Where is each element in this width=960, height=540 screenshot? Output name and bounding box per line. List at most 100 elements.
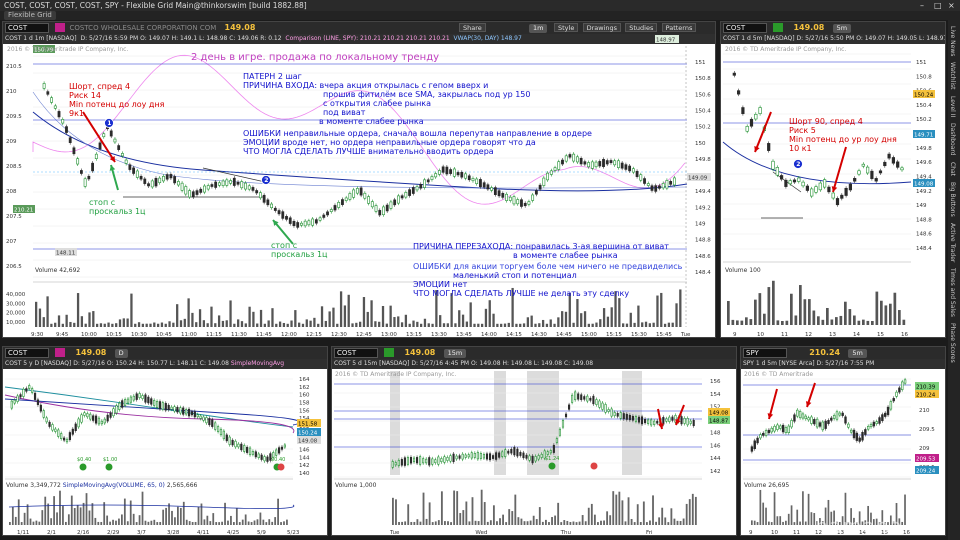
tr-volume-bar: [781, 320, 784, 325]
maximize-button[interactable]: □: [934, 0, 942, 11]
main-volume-bar: [587, 323, 590, 327]
tr-candle: [775, 167, 779, 176]
volume-tick: 10,000: [6, 320, 26, 326]
main-volume-bar: [61, 323, 64, 327]
main-volume-bar: [465, 321, 469, 327]
left-price-tick: 207: [6, 239, 17, 245]
bl-candle: [74, 423, 77, 431]
bm-candle: [589, 397, 592, 401]
time-tick: 12:00: [281, 332, 297, 338]
main-candle: [348, 193, 352, 200]
main-candle: [643, 178, 646, 184]
main-candle: [203, 185, 206, 193]
main-candle: [359, 187, 363, 196]
tr-chart-svg[interactable]: 2151150.8150.6150.4150.2150149.8149.6149…: [721, 22, 946, 338]
main-volume-bar: [557, 317, 560, 327]
bl-volume-bar: [147, 521, 150, 525]
main-volume-bar: [130, 293, 133, 327]
bl-time-tick: 4/11: [197, 530, 209, 536]
close-button[interactable]: ×: [948, 0, 955, 11]
bm-candle: [458, 455, 461, 459]
main-candle: [404, 192, 408, 198]
tr-volume-bar: [808, 299, 811, 325]
bm-volume-bar: [474, 520, 477, 525]
main-volume-bar: [309, 320, 312, 327]
sidebar-tab-live-news[interactable]: Live News: [949, 26, 956, 56]
main-volume-bar: [225, 320, 228, 327]
bl-volume-bar: [182, 501, 185, 525]
left-lo-label: 148.11: [56, 251, 75, 257]
main-volume-bar: [606, 316, 610, 327]
sidebar-tab-level-ii[interactable]: Level II: [949, 96, 956, 117]
sidebar-tab-active-trader[interactable]: Active Trader: [949, 223, 956, 262]
main-chart-panel: COST COSTCO WHOLESALE CORPORATION COM 14…: [2, 21, 716, 338]
br-candle: [884, 412, 887, 417]
bm-candle: [406, 457, 409, 465]
bm-candle: [513, 447, 516, 456]
bm-event-icon: [590, 462, 598, 470]
tr-short-arrow-2: [832, 146, 847, 193]
bl-volume-bar: [135, 522, 138, 525]
main-candle: [255, 190, 259, 194]
main-volume-bar: [427, 323, 430, 327]
main-volume-bar: [84, 323, 87, 327]
bl-candle: [33, 392, 37, 400]
bl-volume-bar: [241, 519, 244, 525]
minimize-button[interactable]: –: [920, 0, 924, 11]
main-volume-bar: [156, 323, 160, 327]
bl-volume-bar: [26, 504, 29, 525]
br-volume-bar: [776, 516, 779, 525]
bl-label-c: 149.08: [298, 439, 318, 445]
tr-price-tick: 149.2: [916, 189, 932, 195]
time-tick: 13:15: [406, 332, 422, 338]
bl-time-tick: 3/28: [167, 530, 180, 536]
main-candle: [225, 179, 229, 186]
bl-candle: [150, 398, 153, 405]
bl-candle: [121, 400, 124, 408]
br-candle: [787, 425, 790, 433]
bl-volume-bar: [212, 513, 215, 525]
sidebar-tab-big-buttons[interactable]: Big Buttons: [949, 182, 956, 217]
sidebar-tab-chat[interactable]: Chat: [949, 162, 956, 176]
tr-candle: [805, 185, 809, 191]
main-volume-bar: [50, 323, 53, 327]
bm-candle: [568, 404, 571, 410]
tr-price-tick: 149.8: [916, 146, 932, 152]
main-volume-bar: [290, 320, 293, 327]
br-volume-bar: [770, 522, 773, 525]
flexible-grid-tab[interactable]: Flexible Grid: [4, 11, 56, 20]
time-tick: 15:15: [606, 332, 622, 338]
sidebar-tab-phase-scores[interactable]: Phase Scores: [949, 323, 956, 363]
br-volume-bar: [804, 521, 807, 525]
sidebar-tab-dashboard[interactable]: Dashboard: [949, 123, 956, 156]
main-volume-bar: [393, 317, 396, 327]
bl-candle: [153, 400, 156, 406]
tr-volume-bar: [767, 287, 771, 325]
main-volume-bar: [248, 306, 251, 327]
tr-candle: [818, 182, 822, 191]
bl-volume-bar: [129, 500, 132, 525]
main-candle: [206, 185, 210, 190]
sidebar-tab-watchlist[interactable]: Watchlist: [949, 62, 956, 90]
tr-price-tick: 149: [916, 203, 927, 209]
bm-candle: [537, 455, 540, 460]
bm-volume-bar: [642, 501, 645, 525]
bl-volume-bar: [138, 515, 141, 525]
bl-candle: [60, 433, 63, 439]
bm-volume-bar: [587, 507, 590, 525]
bm-volume-bar: [590, 503, 593, 525]
main-volume-bar: [263, 323, 266, 327]
main-volume-bar: [275, 323, 278, 327]
main-volume-bar: [172, 322, 175, 327]
main-volume-bar: [137, 322, 141, 327]
bm-volume-bar: [407, 504, 410, 525]
bl-volume-bar: [20, 522, 23, 525]
bl-chart-svg[interactable]: $0.40$1.00$0.401641621601581561541521501…: [3, 347, 328, 536]
tr-time-tick: 15: [877, 332, 884, 338]
bm-candle: [653, 420, 656, 425]
bl-volume-bar: [250, 522, 253, 525]
sidebar-tab-times-and-sales[interactable]: Times and Sales: [949, 268, 956, 317]
time-tick: 14:15: [506, 332, 522, 338]
bl-candle: [13, 399, 16, 404]
bm-volume-bar: [606, 511, 609, 525]
